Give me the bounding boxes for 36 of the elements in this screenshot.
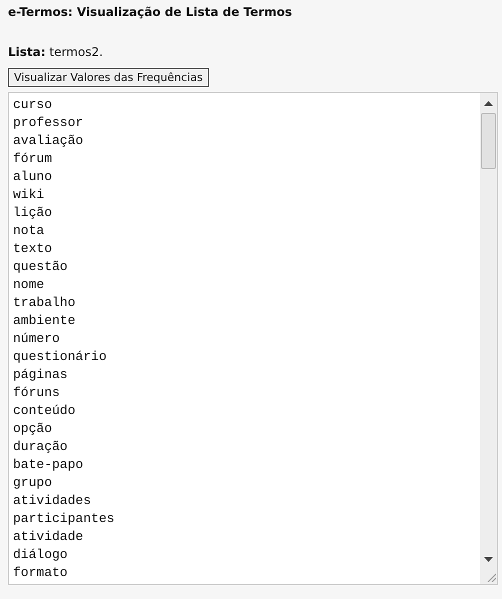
term-text: opção bbox=[13, 420, 54, 438]
scroll-up-icon[interactable] bbox=[484, 101, 493, 107]
term-text: questão bbox=[13, 258, 69, 276]
term-text: texto bbox=[13, 240, 54, 258]
term-text: lição bbox=[13, 204, 54, 222]
term-text: nota bbox=[13, 222, 46, 240]
term-text: fórum bbox=[13, 150, 54, 168]
page-title: e-Termos: Visualização de Lista de Termos bbox=[8, 5, 294, 21]
term-text: wiki bbox=[13, 186, 46, 204]
term-text: páginas bbox=[13, 366, 69, 384]
term-text: grupo bbox=[13, 474, 54, 492]
term-text: aluno bbox=[13, 168, 54, 186]
term-text: fóruns bbox=[13, 384, 61, 402]
list-label: Lista: bbox=[8, 45, 46, 59]
term-text: bate-papo bbox=[13, 456, 84, 474]
term-text: formato bbox=[13, 564, 69, 582]
term-text: conteúdo bbox=[13, 402, 76, 420]
term-text: professor bbox=[13, 114, 84, 132]
term-text: número bbox=[13, 330, 61, 348]
term-text: avaliação bbox=[13, 132, 84, 150]
term-text: duração bbox=[13, 438, 69, 456]
resize-grip-icon[interactable] bbox=[487, 573, 496, 582]
term-text: diálogo bbox=[13, 546, 69, 564]
term-text: atividades bbox=[13, 492, 92, 510]
view-frequencies-button[interactable]: Visualizar Valores das Frequências bbox=[8, 68, 209, 87]
term-text: curso bbox=[13, 96, 54, 114]
term-text: atividade bbox=[13, 528, 84, 546]
term-text: participantes bbox=[13, 510, 116, 528]
term-text: ambiente bbox=[13, 312, 76, 330]
term-text: questionário bbox=[13, 348, 108, 366]
term-text: trabalho bbox=[13, 294, 76, 312]
list-name: termos2. bbox=[49, 45, 103, 59]
term-text: nome bbox=[13, 276, 46, 294]
scroll-thumb[interactable] bbox=[481, 113, 496, 169]
scroll-down-icon[interactable] bbox=[484, 557, 493, 563]
vertical-scrollbar[interactable] bbox=[480, 93, 497, 584]
